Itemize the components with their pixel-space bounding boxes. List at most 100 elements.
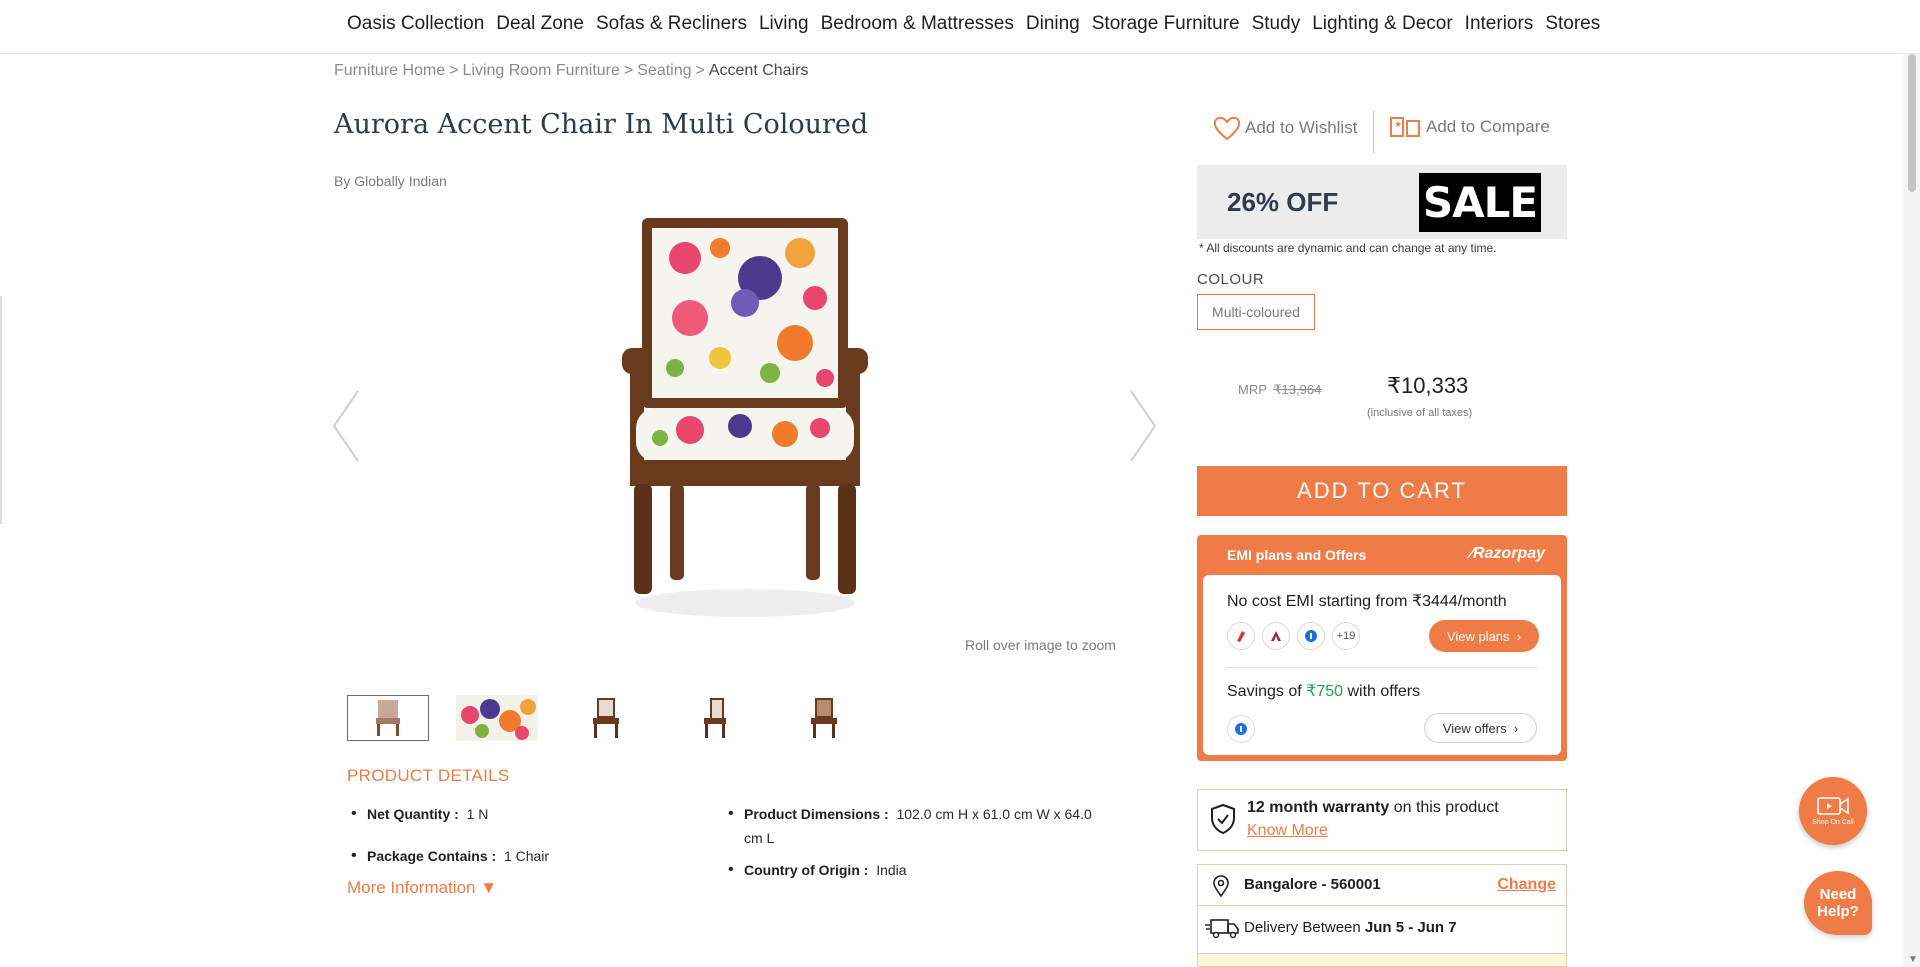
nav-item-bedroom-mattresses[interactable]: Bedroom & Mattresses [821,13,1014,35]
warranty-text: 12 month warranty on this product [1247,799,1499,817]
scrollbar-thumb[interactable] [1908,54,1916,192]
know-more-link[interactable]: Know More [1247,822,1328,840]
chair-thumbnail-icon [376,700,400,736]
thumbnail-2[interactable] [456,695,538,741]
add-to-compare-button[interactable]: ★ Add to Compare [1389,115,1550,139]
emi-heading: EMI plans and Offers [1227,547,1367,563]
chevron-right-icon: › [1513,720,1519,736]
breadcrumb-furniture-home[interactable]: Furniture Home [334,62,445,79]
nav-item-oasis-collection[interactable]: Oasis Collection [347,13,484,35]
offer-bank-icon [1227,715,1262,743]
detail-net-quantity: Net Quantity : 1 N [349,802,699,826]
breadcrumb-current: Accent Chairs [708,62,809,79]
shield-check-icon [1211,803,1235,835]
scroll-down-arrow-icon[interactable]: ▼ [1908,954,1918,965]
breadcrumb-living-room-furniture[interactable]: Living Room Furniture [463,62,620,79]
top-navigation: Oasis Collection Deal Zone Sofas & Recli… [0,0,1920,54]
razorpay-logo: ⁄Razorpay [1470,545,1545,562]
thumbnail-3[interactable] [565,695,647,741]
accent-chair-image [622,218,868,617]
bank-logo-icon [1297,622,1325,650]
nav-item-living[interactable]: Living [759,13,809,35]
shop-on-call-button[interactable]: Shop On Call [1799,777,1867,845]
discount-note: * All discounts are dynamic and can chan… [1199,241,1497,255]
prev-image-arrow[interactable] [328,386,368,466]
info-strip [1197,954,1567,967]
delivery-text: Delivery Between Jun 5 - Jun 7 [1244,919,1457,936]
thumbnail-5[interactable] [783,695,865,741]
need-help-button[interactable]: Need Help? [1804,871,1872,935]
svg-text:★: ★ [1394,120,1402,130]
delivery-estimate: Delivery Between Jun 5 - Jun 7 [1197,906,1567,954]
detail-label: Country of Origin : [744,862,869,878]
truck-icon [1205,919,1239,939]
left-edge-tab [0,296,2,524]
mrp-value: ₹13,964 [1273,382,1322,397]
colour-option-multi-coloured[interactable]: Multi-coloured [1197,294,1315,330]
nav-item-interiors[interactable]: Interiors [1465,13,1534,35]
emi-card: No cost EMI starting from ₹3444/month +1… [1203,575,1561,755]
bank-icons: +19 [1227,622,1367,650]
detail-value: 1 Chair [503,848,550,864]
detail-label: Net Quantity : [367,806,459,822]
thumbnail-strip [347,695,892,741]
breadcrumb-separator: > [449,62,459,79]
chevron-right-icon: › [1516,628,1522,644]
next-image-arrow[interactable] [1121,386,1161,466]
breadcrumb-separator: > [695,62,705,79]
page-scrollbar[interactable]: ▼ [1903,54,1920,967]
sale-badge: SALE [1419,173,1541,232]
product-brand[interactable]: By Globally Indian [334,173,447,189]
nav-item-lighting-decor[interactable]: Lighting & Decor [1312,13,1452,35]
product-details-right: Product Dimensions : 102.0 cm H x 61.0 c… [726,802,1096,900]
emi-divider [1227,667,1537,668]
nav-item-dining[interactable]: Dining [1026,13,1080,35]
compare-label: Add to Compare [1426,117,1550,136]
detail-country-of-origin: Country of Origin : India [726,858,1096,882]
bank-logo-icon [1227,715,1255,743]
bank-logo-icon [1262,622,1290,650]
nav-item-storage-furniture[interactable]: Storage Furniture [1092,13,1240,35]
main-product-image[interactable] [600,208,890,628]
more-information-link[interactable]: More Information ▼ [347,878,497,898]
more-banks-count: +19 [1332,622,1360,650]
more-information-label: More Information [347,878,476,897]
zoom-hint: Roll over image to zoom [965,637,1116,653]
view-plans-label: View plans [1446,628,1510,644]
savings-prefix: Savings of [1227,683,1302,700]
nav-item-study[interactable]: Study [1252,13,1301,35]
delivery-prefix: Delivery Between [1244,919,1361,936]
nav-item-deal-zone[interactable]: Deal Zone [496,13,584,35]
add-to-wishlist-button[interactable]: Add to Wishlist [1213,115,1357,141]
action-divider [1373,111,1374,153]
chevron-right-icon [1130,390,1157,462]
view-plans-button[interactable]: View plans › [1429,620,1539,652]
savings-suffix: with offers [1347,683,1421,700]
detail-label: Product Dimensions : [744,806,889,822]
chair-thumbnail-icon [593,698,619,738]
nav-item-sofas-recliners[interactable]: Sofas & Recliners [596,13,747,35]
detail-package-contains: Package Contains : 1 Chair [349,844,699,868]
nav-item-stores[interactable]: Stores [1545,13,1600,35]
view-offers-label: View offers [1442,720,1507,736]
wishlist-label: Add to Wishlist [1245,118,1358,137]
product-title: Aurora Accent Chair In Multi Coloured [334,109,869,140]
detail-label: Package Contains : [367,848,497,864]
change-location-link[interactable]: Change [1497,876,1556,894]
add-to-cart-button[interactable]: ADD TO CART [1197,466,1567,516]
savings-text: Savings of ₹750 with offers [1227,681,1420,701]
view-offers-button[interactable]: View offers › [1424,713,1537,743]
thumbnail-4[interactable] [674,695,756,741]
chair-thumbnail-icon [811,698,837,738]
heart-icon [1213,116,1241,141]
delivery-location: Bangalore - 560001 Change [1197,864,1567,906]
emi-offers-panel: EMI plans and Offers ⁄Razorpay No cost E… [1197,535,1567,761]
product-details-heading: PRODUCT DETAILS [347,766,510,785]
location-pin-icon [1213,875,1229,897]
breadcrumb-seating[interactable]: Seating [637,62,691,79]
detail-dimensions: Product Dimensions : 102.0 cm H x 61.0 c… [726,802,1096,850]
delivery-range: Jun 5 - Jun 7 [1364,919,1457,936]
warranty-box: 12 month warranty on this product Know M… [1197,789,1567,851]
pincode-location: Bangalore - 560001 [1244,876,1381,893]
thumbnail-1[interactable] [347,695,429,741]
